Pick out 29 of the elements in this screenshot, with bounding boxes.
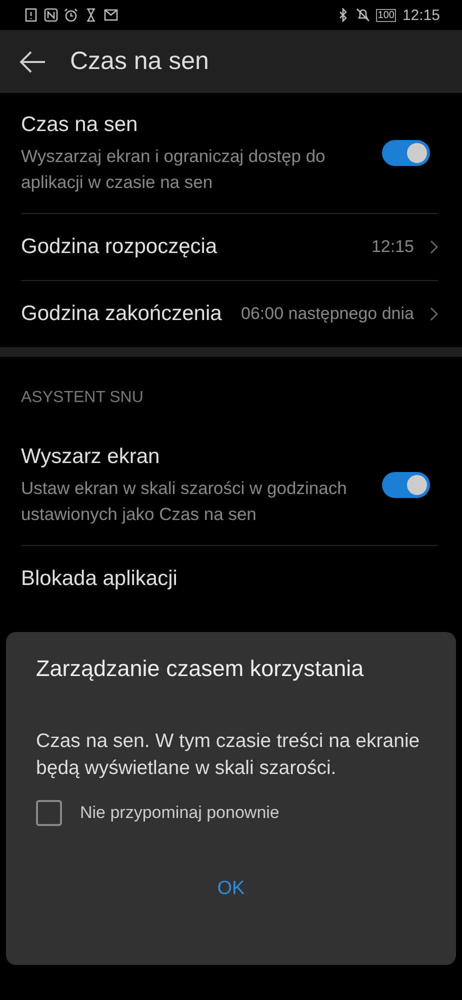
screen-title: Czas na sen: [70, 47, 209, 76]
setting-description: Wyszarzaj ekran i ograniczaj dostęp do aplikacji w czasie na sen: [21, 145, 326, 194]
setting-value: 12:15: [371, 237, 414, 257]
toggle-switch[interactable]: [382, 140, 430, 166]
muted-bell-icon: [356, 8, 370, 22]
dialog-message: Czas na sen. W tym czasie treści na ekranie będą wyświetlane w skali szarości.: [36, 729, 421, 781]
back-icon[interactable]: [20, 50, 46, 72]
toggle-switch[interactable]: [382, 472, 430, 498]
setting-title[interactable]: Blokada aplikacji: [21, 565, 366, 593]
clock: 12:15: [402, 6, 440, 24]
setting-description: Ustaw ekran w skali szarości w godzinach ustawionych jako Czas na sen: [21, 477, 348, 526]
chevron-icon: [430, 307, 438, 321]
dialog-title: Zarządzanie czasem korzystania: [36, 656, 365, 682]
ok-button[interactable]: OK: [197, 872, 265, 906]
section-header: ASYSTENT SNU: [21, 388, 144, 408]
hourglass-icon: [84, 8, 98, 22]
nfc-icon: [44, 8, 58, 22]
setting-title[interactable]: Godzina zakończenia: [21, 300, 225, 328]
setting-value: 06:00 następnego dnia: [241, 304, 414, 324]
setting-title[interactable]: Godzina rozpoczęcia: [21, 233, 356, 261]
alarm-icon: [64, 8, 78, 22]
setting-title[interactable]: Wyszarz ekran: [21, 443, 366, 471]
checkbox[interactable]: [36, 800, 62, 826]
checkbox-label[interactable]: Nie przypominaj ponownie: [80, 803, 280, 823]
battery-level: 100: [376, 8, 396, 22]
alert-icon: [24, 8, 38, 22]
setting-title[interactable]: Czas na sen: [21, 111, 366, 139]
chevron-icon: [430, 240, 438, 254]
mail-icon: [104, 8, 118, 22]
